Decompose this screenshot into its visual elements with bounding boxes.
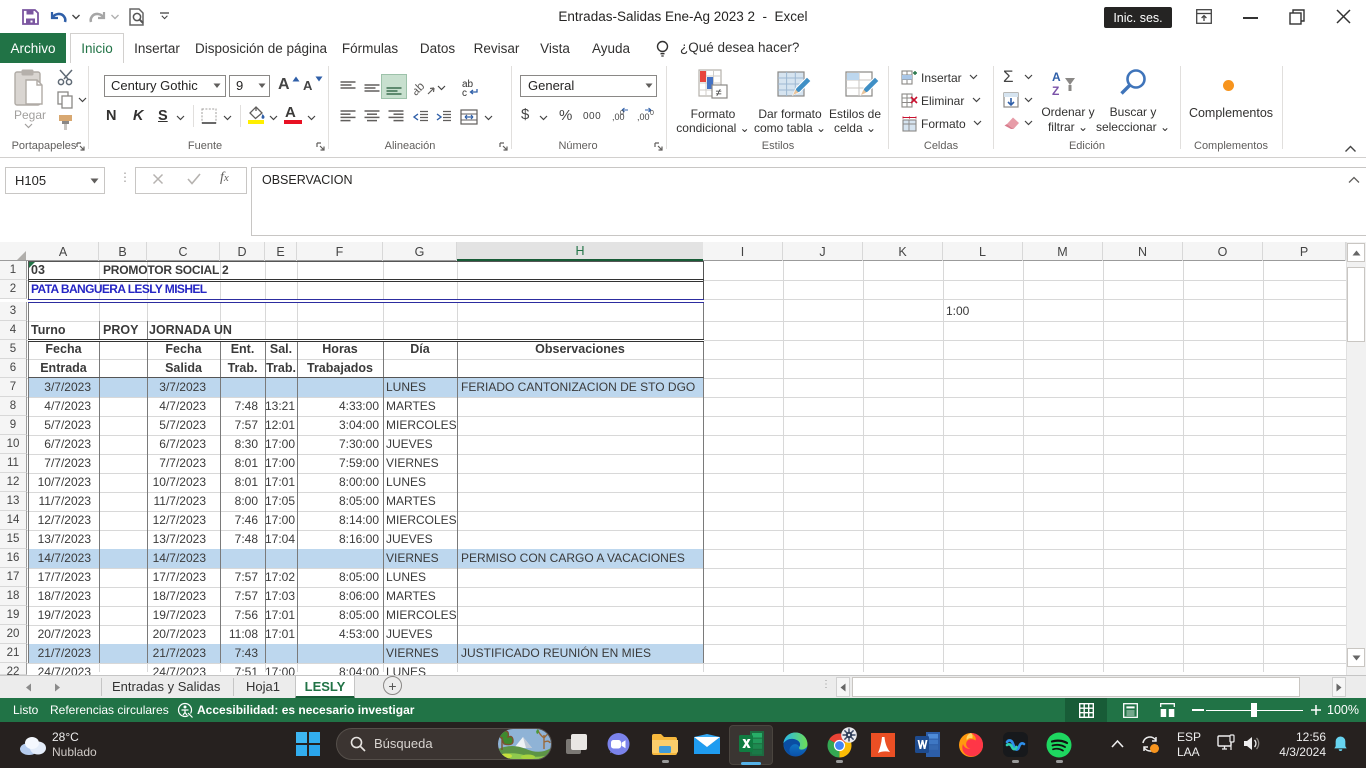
svg-text:ab: ab <box>414 79 428 98</box>
svg-text:c: c <box>462 88 467 98</box>
svg-text:Z: Z <box>1052 84 1059 98</box>
svg-text:≠: ≠ <box>716 87 722 99</box>
svg-text:A: A <box>1052 70 1061 84</box>
svg-text:0: 0 <box>620 110 624 117</box>
